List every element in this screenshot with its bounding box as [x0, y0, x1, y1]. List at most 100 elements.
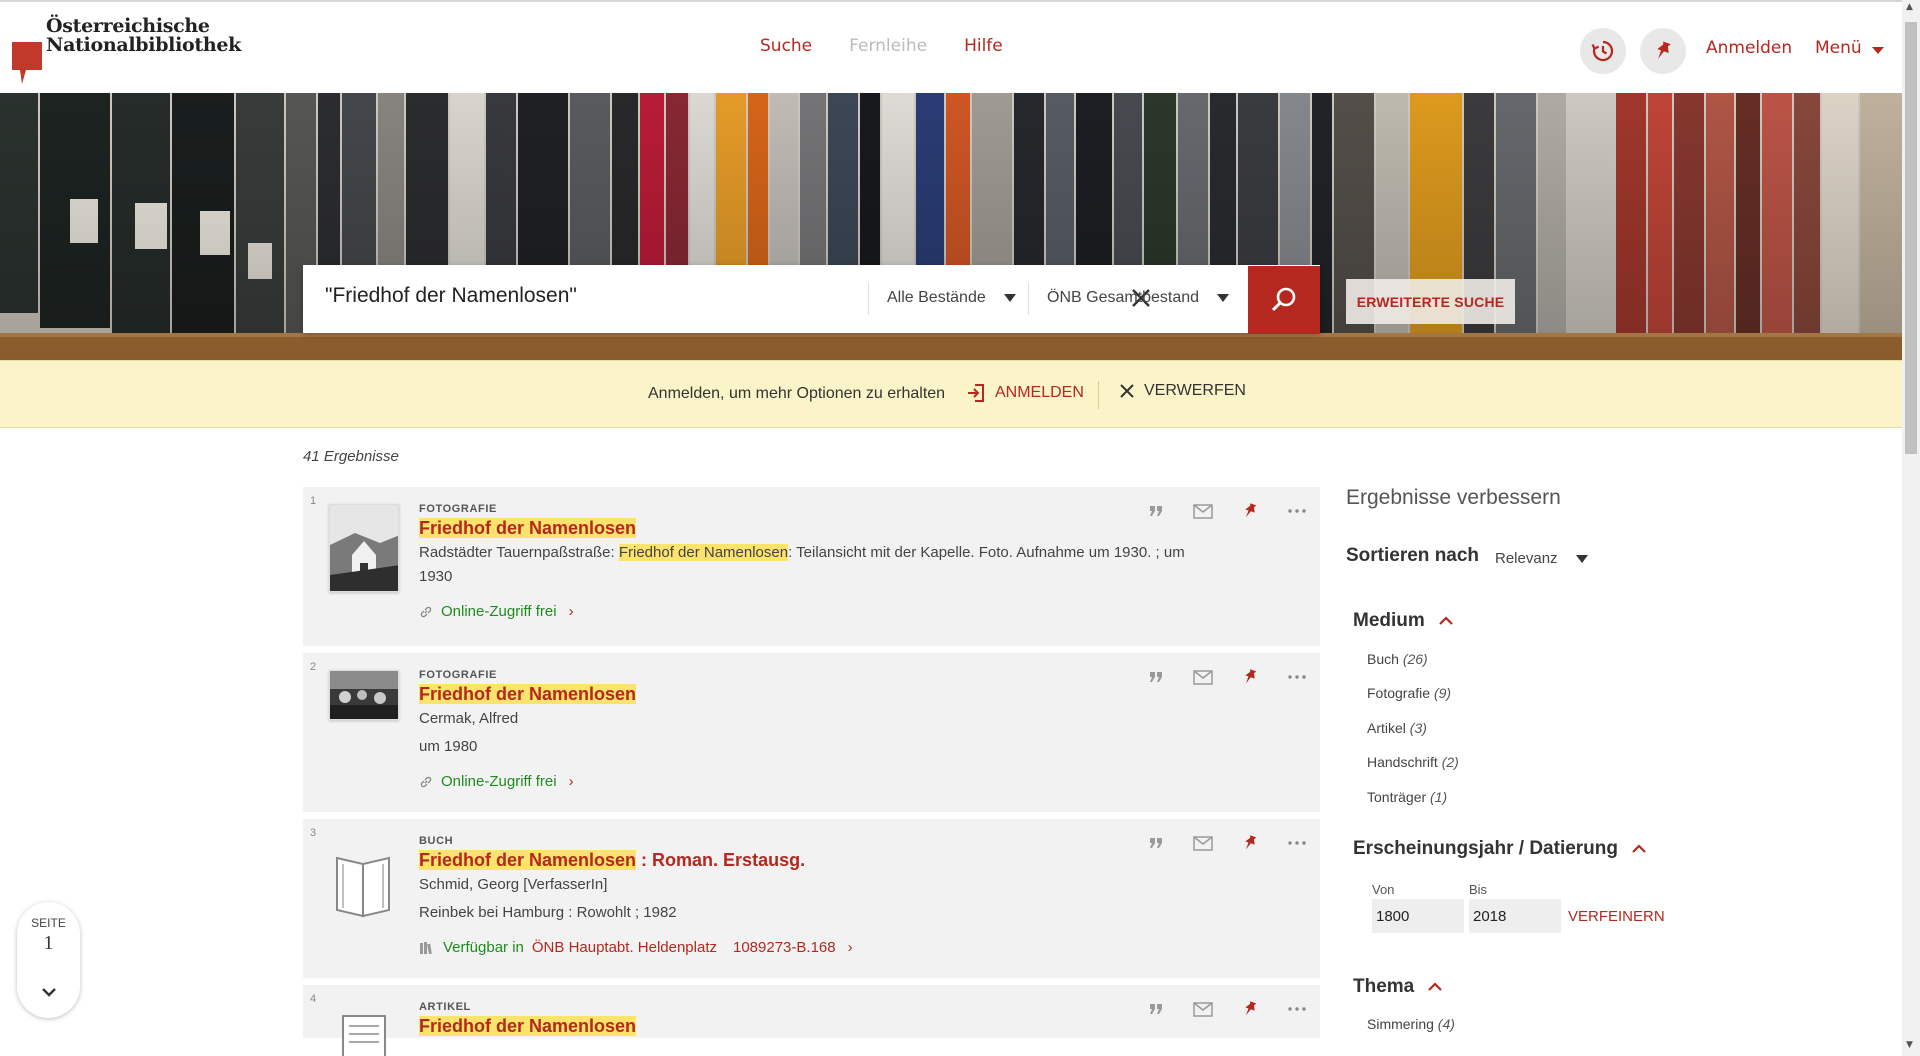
facet-medium-label: Medium: [1353, 610, 1425, 631]
login-notice-bar: Anmelden, um mehr Optionen zu erhalten A…: [0, 360, 1902, 428]
menu-dropdown[interactable]: Menü: [1815, 38, 1884, 58]
menu-label: Menü: [1815, 38, 1862, 58]
result-number: 1: [310, 495, 317, 507]
search-input[interactable]: [325, 284, 825, 308]
shelf-icon: [420, 941, 432, 954]
divider: [868, 283, 869, 315]
result-title[interactable]: Friedhof der Namenlosen: [419, 518, 637, 539]
collection-value: ÖNB Gesamtbestand: [1047, 289, 1200, 306]
scrollbar[interactable]: ▲ ▼: [1902, 0, 1920, 1056]
result-thumbnail[interactable]: [329, 836, 399, 924]
search-icon: [1271, 287, 1296, 312]
scope-select[interactable]: Alle Bestände: [887, 289, 1016, 307]
pin-icon[interactable]: [1239, 667, 1261, 687]
refine-button[interactable]: VERFEINERN: [1568, 908, 1665, 925]
facet-item[interactable]: Tonträger (1): [1367, 789, 1447, 805]
sort-label: Sortieren nach: [1346, 545, 1480, 566]
citation-icon[interactable]: [1145, 501, 1167, 521]
citation-icon[interactable]: [1145, 667, 1167, 687]
logo-flag-icon: [12, 42, 42, 84]
result-type: FOTOGRAFIE: [419, 669, 497, 681]
scroll-up-icon[interactable]: ▲: [1906, 2, 1913, 12]
result-thumbnail[interactable]: [329, 504, 399, 592]
record-actions: [1145, 667, 1308, 687]
login-link[interactable]: Anmelden: [1706, 38, 1792, 58]
top-bar: Österreichische Nationalbibliothek Suche…: [0, 0, 1902, 93]
record-actions: [1145, 999, 1308, 1019]
facet-item-count: (4): [1437, 1016, 1455, 1032]
more-options-icon[interactable]: [1286, 667, 1308, 687]
result-number: 2: [310, 661, 317, 673]
chevron-down-icon[interactable]: [34, 977, 64, 1007]
facet-medium-toggle[interactable]: Medium: [1353, 610, 1453, 632]
search-button[interactable]: [1248, 266, 1320, 334]
year-from-input[interactable]: [1372, 899, 1464, 933]
search-history-button[interactable]: [1580, 28, 1626, 74]
facet-topic-toggle[interactable]: Thema: [1353, 976, 1443, 998]
pin-icon[interactable]: [1239, 999, 1261, 1019]
result-item[interactable]: 2 FOTOGRAFIE Friedhof der Namenlosen Cer…: [303, 653, 1320, 819]
availability-link[interactable]: Online-Zugriff frei ›: [419, 773, 574, 790]
email-icon[interactable]: [1192, 999, 1214, 1019]
result-thumbnail[interactable]: [329, 1002, 399, 1056]
sign-in-icon: [968, 384, 984, 402]
more-options-icon[interactable]: [1286, 501, 1308, 521]
facet-item[interactable]: Handschrift (2): [1367, 754, 1459, 770]
sort-select[interactable]: Relevanz: [1495, 550, 1588, 567]
scrollbar-thumb[interactable]: [1905, 22, 1917, 454]
shelfmark: 1089273-B.168: [733, 939, 836, 956]
pin-icon[interactable]: [1239, 501, 1261, 521]
facet-year-toggle[interactable]: Erscheinungsjahr / Datierung: [1353, 838, 1646, 860]
main-nav: Suche Fernleihe Hilfe: [760, 36, 1003, 56]
saved-items-button[interactable]: [1640, 28, 1686, 74]
nav-search[interactable]: Suche: [760, 36, 812, 56]
title-highlight: Friedhof der Namenlosen: [419, 1016, 637, 1036]
onb-logo[interactable]: Österreichische Nationalbibliothek: [12, 16, 241, 86]
sort-value: Relevanz: [1495, 550, 1558, 567]
year-to-input[interactable]: [1469, 899, 1561, 933]
result-item[interactable]: 1 FOTOGRAFIE Friedhof der Namenlosen Rad…: [303, 487, 1320, 653]
citation-icon[interactable]: [1145, 999, 1167, 1019]
facet-item-name: Fotografie: [1367, 685, 1431, 701]
pin-icon: [1657, 41, 1671, 59]
advanced-search-button[interactable]: ERWEITERTE SUCHE: [1346, 279, 1515, 324]
facet-item[interactable]: Fotografie (9): [1367, 685, 1451, 701]
scroll-down-icon[interactable]: ▼: [1906, 1040, 1913, 1050]
facet-item[interactable]: Buch (26): [1367, 651, 1428, 667]
record-actions: [1145, 501, 1308, 521]
citation-icon[interactable]: [1145, 833, 1167, 853]
notice-dismiss-button[interactable]: VERWERFEN: [1118, 382, 1246, 400]
result-title[interactable]: Friedhof der Namenlosen : Roman. Erstaus…: [419, 850, 805, 871]
availability-link[interactable]: Verfügbar in ÖNB Hauptabt. Heldenplatz 1…: [419, 939, 853, 956]
facet-item-name: Simmering: [1367, 1016, 1434, 1032]
article-icon: [342, 1015, 386, 1056]
facet-item[interactable]: Simmering (4): [1367, 1016, 1455, 1032]
result-title[interactable]: Friedhof der Namenlosen: [419, 1016, 637, 1037]
availability-link[interactable]: Online-Zugriff frei ›: [419, 603, 574, 620]
result-author: Cermak, Alfred: [419, 710, 519, 727]
history-icon: [1591, 40, 1614, 62]
pin-icon[interactable]: [1239, 833, 1261, 853]
facet-item-count: (3): [1409, 720, 1427, 736]
notice-login-button[interactable]: ANMELDEN: [965, 382, 1084, 404]
nav-fernleihe[interactable]: Fernleihe: [849, 36, 927, 56]
title-rest: : Roman. Erstausg.: [636, 850, 806, 870]
collection-select[interactable]: ÖNB Gesamtbestand: [1047, 289, 1230, 307]
facet-item[interactable]: Artikel (3): [1367, 720, 1427, 736]
result-thumbnail[interactable]: [329, 670, 399, 720]
year-from-label: Von: [1372, 882, 1395, 897]
more-options-icon[interactable]: [1286, 999, 1308, 1019]
notice-message: Anmelden, um mehr Optionen zu erhalten: [648, 385, 946, 402]
result-title[interactable]: Friedhof der Namenlosen: [419, 684, 637, 705]
email-icon[interactable]: [1192, 667, 1214, 687]
record-actions: [1145, 833, 1308, 853]
result-number: 3: [310, 827, 317, 839]
result-item[interactable]: 3 BUCH Friedhof der Namenlosen : Roman. …: [303, 819, 1320, 985]
result-item[interactable]: 4 ARTIKEL Friedhof der Namenlosen: [303, 985, 1320, 1056]
email-icon[interactable]: [1192, 833, 1214, 853]
facet-item-count: (2): [1441, 754, 1459, 770]
more-options-icon[interactable]: [1286, 833, 1308, 853]
email-icon[interactable]: [1192, 501, 1214, 521]
nav-help[interactable]: Hilfe: [964, 36, 1003, 56]
caret-down-icon: [1575, 554, 1588, 563]
